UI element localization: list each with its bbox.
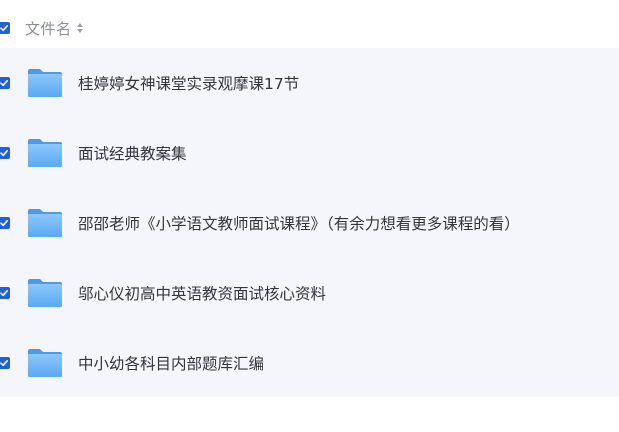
select-all-checkbox[interactable] <box>0 22 10 34</box>
file-name[interactable]: 邬心仪初高中英语教资面试核心资料 <box>78 282 326 304</box>
checkmark-icon <box>0 360 8 367</box>
list-item[interactable]: 邵邵老师《小学语文教师面试课程》（有余力想看更多课程的看） <box>0 188 619 258</box>
column-header-filename[interactable]: 文件名 <box>25 18 84 39</box>
checkmark-icon <box>0 220 8 227</box>
file-list: 文件名 桂婷婷女神课堂实录观摩课17节 面试经典教案集 邵邵老师《小学语文教师面… <box>0 0 619 432</box>
list-item[interactable]: 邬心仪初高中英语教资面试核心资料 <box>0 258 619 328</box>
file-name[interactable]: 桂婷婷女神课堂实录观摩课17节 <box>78 72 299 94</box>
checkmark-icon <box>0 290 8 297</box>
checkmark-icon <box>0 150 8 157</box>
file-list-body: 桂婷婷女神课堂实录观摩课17节 面试经典教案集 邵邵老师《小学语文教师面试课程》… <box>0 48 619 397</box>
sort-icon[interactable] <box>76 22 84 34</box>
list-item[interactable]: 中小幼各科目内部题库汇编 <box>0 328 619 398</box>
file-name[interactable]: 邵邵老师《小学语文教师面试课程》（有余力想看更多课程的看） <box>78 212 520 234</box>
folder-icon <box>28 69 62 97</box>
row-checkbox[interactable] <box>0 357 10 369</box>
list-item[interactable]: 面试经典教案集 <box>0 118 619 188</box>
list-item[interactable]: 桂婷婷女神课堂实录观摩课17节 <box>0 48 619 118</box>
row-checkbox[interactable] <box>0 77 10 89</box>
row-checkbox[interactable] <box>0 287 10 299</box>
list-header: 文件名 <box>0 8 619 48</box>
column-header-label: 文件名 <box>25 19 72 38</box>
folder-icon <box>28 349 62 377</box>
folder-icon <box>28 139 62 167</box>
row-checkbox[interactable] <box>0 217 10 229</box>
file-name[interactable]: 中小幼各科目内部题库汇编 <box>78 352 264 374</box>
checkmark-icon <box>0 80 8 87</box>
file-name[interactable]: 面试经典教案集 <box>78 142 187 164</box>
folder-icon <box>28 209 62 237</box>
row-checkbox[interactable] <box>0 147 10 159</box>
checkmark-icon <box>0 25 8 32</box>
folder-icon <box>28 279 62 307</box>
